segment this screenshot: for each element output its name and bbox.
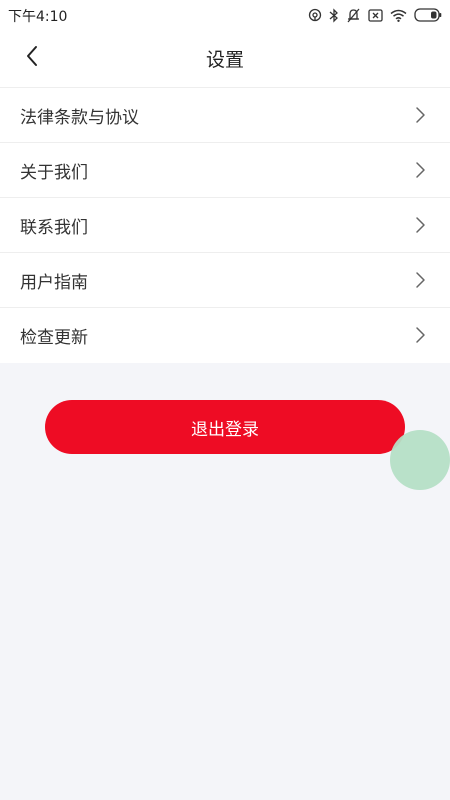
page-title: 设置 — [205, 49, 244, 71]
logout-label: 退出登录 — [191, 419, 259, 440]
wifi-icon — [390, 9, 407, 22]
status-bar: 下午4:10 — [0, 0, 450, 30]
hotspot-icon — [308, 8, 322, 22]
menu-item-label: 关于我们 — [20, 163, 88, 183]
menu-item-label: 用户指南 — [20, 273, 88, 293]
menu-item-contact-us[interactable]: 联系我们 — [0, 198, 450, 253]
chevron-right-icon — [414, 161, 426, 179]
chevron-right-icon — [414, 216, 426, 234]
chevron-right-icon — [414, 271, 426, 289]
chevron-right-icon — [414, 106, 426, 124]
status-time: 下午4:10 — [8, 9, 68, 25]
menu-item-label: 联系我们 — [20, 218, 88, 238]
menu-item-user-guide[interactable]: 用户指南 — [0, 253, 450, 308]
battery-icon — [414, 8, 442, 22]
bluetooth-icon — [329, 7, 339, 23]
sim-none-icon — [368, 8, 383, 22]
menu-item-about-us[interactable]: 关于我们 — [0, 143, 450, 198]
floating-bubble[interactable] — [390, 430, 450, 490]
header-bar: 设置 — [0, 30, 450, 88]
status-icons — [308, 6, 442, 24]
menu-item-label: 法律条款与协议 — [20, 108, 139, 128]
menu-item-check-update[interactable]: 检查更新 — [0, 308, 450, 363]
menu-item-label: 检查更新 — [20, 328, 88, 348]
chevron-right-icon — [414, 326, 426, 344]
settings-menu: 法律条款与协议 关于我们 联系我们 用户指南 检查更新 — [0, 88, 450, 363]
logout-button[interactable]: 退出登录 — [45, 400, 405, 454]
mute-icon — [346, 8, 361, 23]
menu-item-legal-terms[interactable]: 法律条款与协议 — [0, 88, 450, 143]
